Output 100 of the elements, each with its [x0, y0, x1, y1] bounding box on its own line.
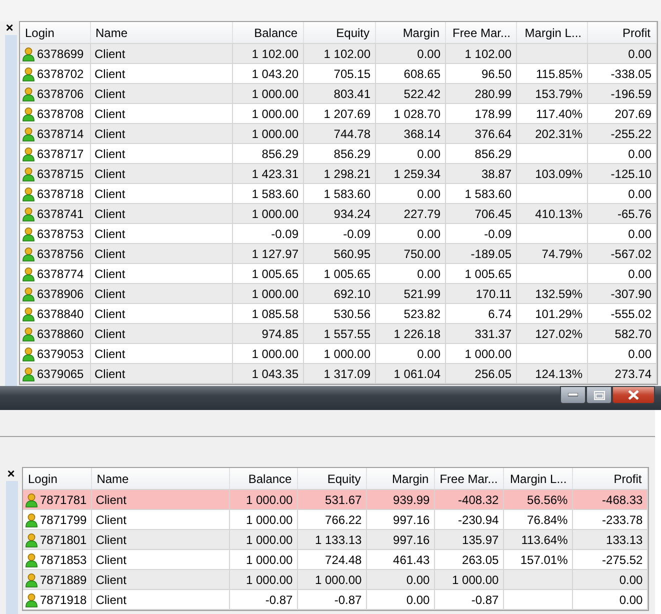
table-cell: 6378714: [37, 126, 84, 140]
table-row[interactable]: 7871799 Client 1 000.00 766.22 997.16 -230.94 76.84% -233.78: [23, 510, 648, 530]
table-row[interactable]: 6378714 Client 1 000.00 744.78 368.14 376.64 202.31% -255.22: [20, 124, 656, 144]
table-cell: 1 127.97: [252, 246, 298, 260]
table-row[interactable]: 6378774 Client 1 005.65 1 005.65 0.00 1 005.65 0.00: [20, 264, 656, 284]
table-cell: 1 259.34: [394, 166, 440, 180]
table-cell: -0.09: [484, 226, 512, 240]
maximize-button[interactable]: [586, 386, 612, 404]
table-row[interactable]: 7871781 Client 1 000.00 531.67 939.99 -408.32 56.56% -468.33: [23, 490, 648, 510]
table-cell: 1 028.70: [394, 106, 440, 120]
table-cell: 0.00: [619, 592, 643, 606]
table-cell: 410.13%: [535, 206, 582, 220]
table-row[interactable]: 6378718 Client 1 583.60 1 583.60 0.00 1 583.60 0.00: [20, 184, 656, 204]
table-cell: Client: [94, 126, 126, 140]
table-row[interactable]: 6378840 Client 1 085.58 530.56 523.82 6.74 101.29% -555.02: [20, 304, 656, 324]
table-cell: Client: [94, 266, 126, 280]
table-row[interactable]: 6378717 Client 856.29 856.29 0.00 856.29 0.00: [20, 144, 656, 164]
table-row[interactable]: 6378699 Client 1 102.00 1 102.00 0.00 1 102.00 0.00: [20, 44, 656, 64]
table-row[interactable]: 6379065 Client 1 043.35 1 317.09 1 061.04 256.05 124.13% 273.74: [20, 364, 656, 384]
user-icon: [25, 572, 38, 588]
column-header[interactable]: Name: [90, 22, 232, 44]
column-header[interactable]: Equity: [303, 22, 375, 44]
table-row[interactable]: 6378906 Client 1 000.00 692.10 521.99 170.11 132.59% -307.90: [20, 284, 656, 304]
table-cell: 1 085.58: [252, 306, 298, 320]
table-row[interactable]: 6378715 Client 1 423.31 1 298.21 1 259.34 38.87 103.09% -125.10: [20, 164, 656, 184]
table-row[interactable]: 7871801 Client 1 000.00 1 133.13 997.16 135.97 113.64% 133.13: [23, 530, 648, 550]
close-button[interactable]: ×: [6, 21, 14, 35]
table-row[interactable]: 7871918 Client -0.87 -0.87 0.00 -0.87 0.00: [23, 590, 648, 610]
column-header[interactable]: Login: [23, 468, 92, 490]
table-row[interactable]: 6378706 Client 1 000.00 803.41 522.42 280.99 153.79% -196.59: [20, 84, 656, 104]
table-row[interactable]: 6378741 Client 1 000.00 934.24 227.79 706.45 410.13% -65.76: [20, 204, 656, 224]
table-cell: 0.00: [628, 226, 652, 240]
table-row[interactable]: 6379053 Client 1 000.00 1 000.00 0.00 1 000.00 0.00: [20, 344, 656, 364]
column-header[interactable]: Name: [91, 468, 230, 490]
table-cell: 1 000.00: [252, 126, 298, 140]
minimize-button[interactable]: [560, 386, 586, 404]
table-cell: 0.00: [628, 186, 652, 200]
user-icon: [22, 166, 35, 182]
table-cell: 1 000.00: [315, 572, 362, 586]
table-cell: 56.56%: [527, 492, 568, 506]
table-cell: -555.02: [610, 306, 652, 320]
column-header[interactable]: Balance: [232, 22, 303, 44]
table-row[interactable]: 6378702 Client 1 043.20 705.15 608.65 96.50 115.85% -338.05: [20, 64, 656, 84]
table-cell: 6378741: [37, 206, 84, 220]
table-cell: 6378774: [37, 266, 84, 280]
close-button[interactable]: [612, 386, 655, 404]
table-cell: 6378708: [37, 106, 84, 120]
table-cell: 1 000.00: [464, 346, 512, 360]
table-cell: 6379065: [37, 366, 84, 380]
user-icon: [25, 532, 38, 548]
column-header[interactable]: Profit: [572, 468, 648, 490]
column-header[interactable]: Free Mar...: [434, 468, 504, 490]
table-cell: 1 000.00: [252, 286, 298, 300]
table-cell: 0.00: [417, 226, 440, 240]
table-cell: 124.13%: [535, 366, 582, 380]
column-header[interactable]: Margin L...: [503, 468, 572, 490]
table-row[interactable]: 6378860 Client 974.85 1 557.55 1 226.18 331.37 127.02% 582.70: [20, 324, 656, 344]
table-cell: -567.02: [610, 246, 652, 260]
column-header[interactable]: Equity: [297, 468, 366, 490]
table-row[interactable]: 6378708 Client 1 000.00 1 207.69 1 028.70 178.99 117.40% 207.69: [20, 104, 656, 124]
table-cell: Client: [94, 366, 126, 380]
table-cell: 6378756: [37, 246, 84, 260]
table-row[interactable]: 7871853 Client 1 000.00 724.48 461.43 263.05 157.01% -275.52: [23, 550, 648, 570]
table-cell: 1 000.00: [246, 492, 293, 506]
table-cell: 0.00: [406, 592, 430, 606]
table-cell: 157.01%: [520, 552, 568, 566]
user-icon: [22, 266, 35, 282]
table-cell: 856.29: [334, 146, 370, 160]
column-header[interactable]: Margin: [366, 468, 434, 490]
column-header[interactable]: Balance: [229, 468, 298, 490]
table-cell: 1 298.21: [324, 166, 370, 180]
table-cell: 1 583.60: [324, 186, 370, 200]
user-icon: [22, 326, 35, 342]
table-cell: 7871918: [40, 592, 87, 606]
table-cell: -408.32: [458, 492, 499, 506]
table-cell: 706.45: [474, 206, 512, 220]
column-header[interactable]: Free Mar...: [445, 22, 516, 44]
table-cell: 0.00: [406, 572, 430, 586]
user-icon: [22, 346, 35, 362]
table-cell: 0.00: [628, 346, 652, 360]
table-cell: 227.79: [404, 206, 440, 220]
table-cell: 530.56: [334, 306, 370, 320]
table-cell: 132.59%: [535, 286, 582, 300]
table-cell: 521.99: [404, 286, 440, 300]
close-button[interactable]: ×: [7, 467, 15, 481]
table-cell: 560.95: [334, 246, 370, 260]
table-cell: 1 102.00: [324, 46, 370, 60]
column-header[interactable]: Margin L...: [516, 22, 587, 44]
table-cell: 531.67: [325, 492, 362, 506]
column-header[interactable]: Profit: [587, 22, 656, 44]
table-cell: Client: [94, 246, 126, 260]
column-header[interactable]: Login: [20, 22, 90, 44]
table-row[interactable]: 6378756 Client 1 127.97 560.95 750.00 -189.05 74.79% -567.02: [20, 244, 656, 264]
table-cell: 7871799: [40, 512, 87, 526]
table-cell: 273.74: [614, 366, 652, 380]
table-cell: 153.79%: [535, 86, 582, 100]
table-row[interactable]: 6378753 Client -0.09 -0.09 0.00 -0.09 0.00: [20, 224, 656, 244]
column-header[interactable]: Margin: [375, 22, 445, 44]
table-row[interactable]: 7871889 Client 1 000.00 1 000.00 0.00 1 000.00 0.00: [23, 570, 648, 590]
table-cell: 178.99: [474, 106, 512, 120]
